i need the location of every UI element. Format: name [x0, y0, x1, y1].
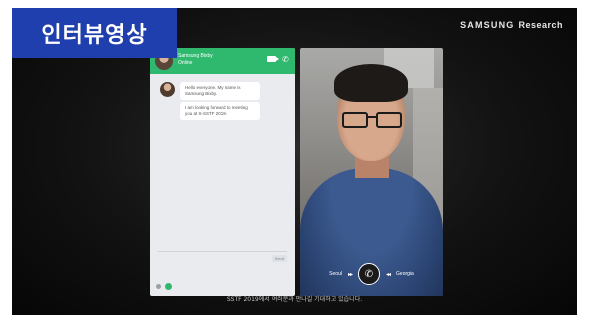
- message-input[interactable]: Send: [158, 251, 287, 266]
- person-hair: [334, 64, 408, 102]
- message-bubble: Hello everyone. My name is Samsung Bixby…: [180, 82, 260, 100]
- samsung-research-logo: SAMSUNG Research: [460, 20, 563, 30]
- caller-location-right: Georgia: [396, 271, 414, 277]
- message-bubble: I am looking forward to meeting you at S…: [180, 102, 260, 120]
- attach-icon[interactable]: [156, 284, 161, 289]
- message-group: Hello everyone. My name is Samsung Bixby…: [150, 82, 295, 142]
- arrows-icon: ▸▸: [347, 271, 353, 278]
- contact-status: Online: [178, 60, 193, 66]
- arrows-icon: ◂◂: [386, 271, 391, 278]
- video-call-icon[interactable]: [267, 56, 279, 62]
- subtitle-caption: SSTF 2019에서 여러분과 만나길 기대하고 있습니다.: [226, 296, 363, 303]
- contact-name: Samsung Bixby: [178, 53, 213, 59]
- call-controls: Seoul ▸▸ ✆ ◂◂ Georgia: [300, 262, 443, 286]
- caller-location-left: Seoul: [329, 271, 342, 277]
- call-phone-button[interactable]: ✆: [358, 263, 380, 285]
- mic-icon[interactable]: [165, 283, 172, 290]
- glasses: [342, 112, 402, 128]
- phone-icon[interactable]: ✆: [282, 56, 289, 64]
- interview-video-badge: 인터뷰영상: [12, 8, 177, 58]
- sender-avatar: [160, 82, 175, 97]
- send-button[interactable]: Send: [271, 255, 287, 262]
- chat-phone-screen: Samsung Bixby Online ✆ Hello everyone. M…: [150, 48, 295, 296]
- video-call-screen: Seoul ▸▸ ✆ ◂◂ Georgia: [300, 48, 443, 296]
